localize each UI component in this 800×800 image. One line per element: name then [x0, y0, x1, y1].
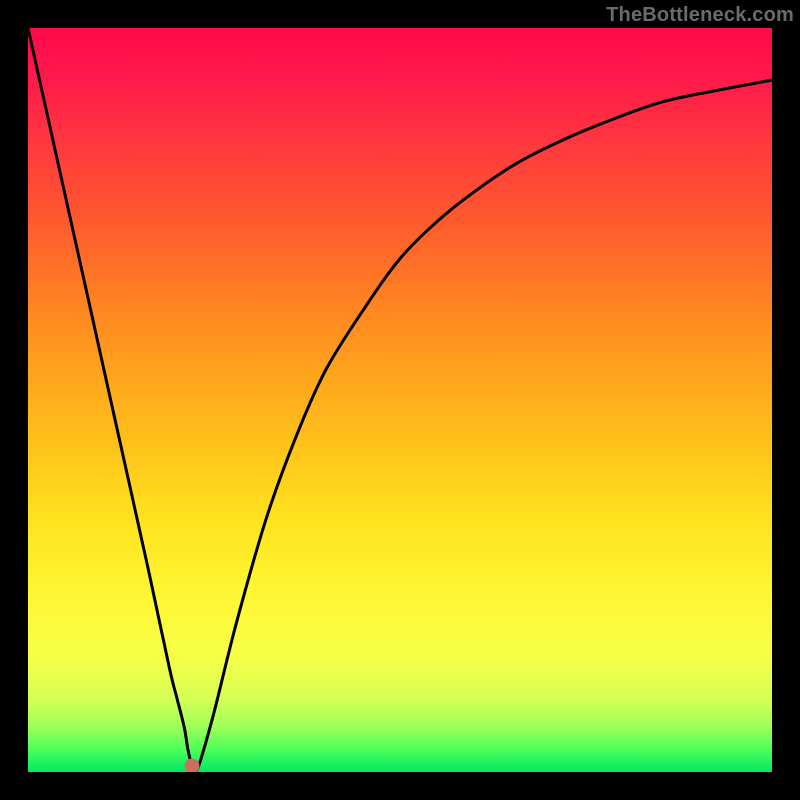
chart-frame: TheBottleneck.com	[0, 0, 800, 800]
plot-area	[28, 28, 772, 772]
minimum-marker-icon	[184, 759, 199, 772]
bottleneck-curve	[28, 28, 772, 772]
watermark-label: TheBottleneck.com	[606, 4, 794, 27]
